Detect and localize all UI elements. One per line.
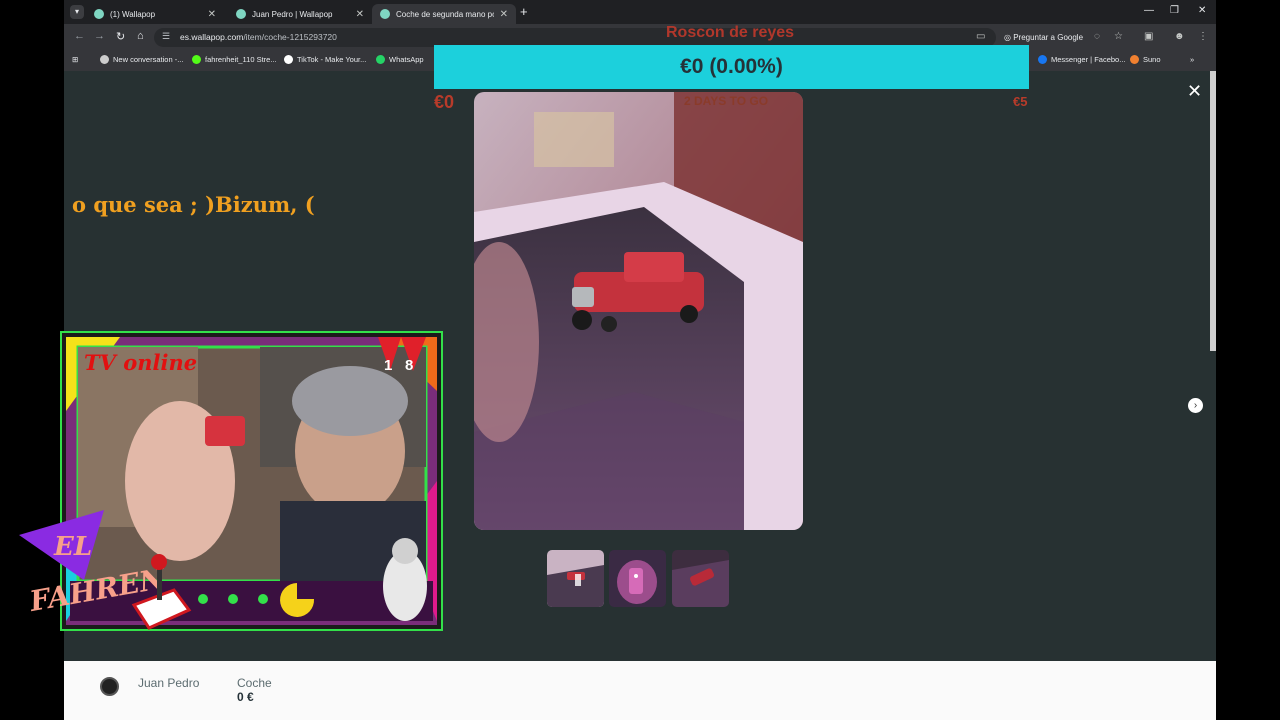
thumbnail-2[interactable] bbox=[609, 550, 666, 607]
listing-footer: Juan Pedro Coche 0 € bbox=[64, 661, 1216, 720]
item-price: 0 € bbox=[237, 690, 254, 704]
goal-progress-bar: €0 (0.00%) bbox=[434, 45, 1029, 89]
item-main-photo bbox=[474, 92, 803, 530]
eye-off-icon[interactable]: ◌ bbox=[1094, 31, 1100, 42]
profile-icon[interactable]: ☻ bbox=[1174, 31, 1185, 42]
tv-online-label: TV online bbox=[84, 350, 198, 375]
tab-title: Juan Pedro | Wallapop bbox=[252, 9, 333, 19]
tab-wallapop[interactable]: (1) Wallapop ✕ bbox=[86, 4, 224, 24]
tab-title: (1) Wallapop bbox=[110, 9, 156, 19]
close-icon[interactable]: ✕ bbox=[1187, 81, 1202, 102]
goal-start: €0 bbox=[434, 92, 455, 112]
item-title: Coche bbox=[237, 676, 272, 690]
bookmark-favicon-icon bbox=[100, 55, 109, 64]
tab-strip: ▾ (1) Wallapop ✕ Juan Pedro | Wallapop ✕… bbox=[64, 0, 1216, 24]
age-rating-digit: 8 bbox=[405, 357, 414, 374]
bookmark-new-conversation[interactable]: New conversation -... bbox=[100, 55, 183, 64]
bookmark-messenger[interactable]: Messenger | Facebo... bbox=[1038, 55, 1125, 64]
wallapop-favicon-icon bbox=[94, 9, 104, 19]
bookmark-tiktok[interactable]: TikTok - Make Your... bbox=[284, 55, 366, 64]
lens-icon: ◎ bbox=[1004, 33, 1014, 42]
reload-icon[interactable]: ↻ bbox=[116, 30, 125, 43]
next-photo-button[interactable]: › bbox=[1188, 398, 1203, 413]
tab-juan-pedro[interactable]: Juan Pedro | Wallapop ✕ bbox=[228, 4, 372, 24]
bookmark-whatsapp[interactable]: WhatsApp bbox=[376, 55, 424, 64]
age-rating-digit: 1 bbox=[384, 357, 393, 374]
bookmark-suno[interactable]: Suno bbox=[1130, 55, 1161, 64]
minimize-icon[interactable]: — bbox=[1144, 5, 1154, 16]
back-icon[interactable]: ← bbox=[74, 30, 85, 42]
menu-icon[interactable]: ⋮ bbox=[1198, 31, 1208, 42]
goal-title: Roscon de reyes bbox=[666, 24, 795, 41]
home-icon[interactable]: ⌂ bbox=[137, 30, 144, 42]
star-icon[interactable]: ☆ bbox=[1114, 31, 1123, 42]
suno-icon bbox=[1130, 55, 1139, 64]
logo-line-1: EL bbox=[53, 532, 92, 562]
apps-icon[interactable]: ⊞ bbox=[72, 55, 78, 64]
goal-target: €5 bbox=[1013, 94, 1028, 109]
close-window-icon[interactable]: ✕ bbox=[1198, 5, 1206, 16]
seller-name[interactable]: Juan Pedro bbox=[138, 676, 199, 690]
address-url: es.wallapop.com/item/coche-1215293720 bbox=[180, 32, 337, 42]
tab-search-button[interactable]: ▾ bbox=[70, 5, 84, 19]
extensions-icon[interactable]: ▣ bbox=[1144, 31, 1153, 42]
tab-close-icon[interactable]: ✕ bbox=[208, 9, 216, 20]
cast-icon[interactable]: ▭ bbox=[976, 31, 985, 42]
wallapop-favicon-icon bbox=[236, 9, 246, 19]
more-bookmarks-icon[interactable]: » bbox=[1190, 55, 1194, 64]
goal-days-left: 2 DAYS TO GO bbox=[684, 94, 769, 108]
bookmark-fahrenheit[interactable]: fahrenheit_110 Stre... bbox=[192, 55, 277, 64]
facebook-icon bbox=[1038, 55, 1047, 64]
ask-google-button[interactable]: ◎ Preguntar a Google bbox=[998, 29, 1089, 46]
goal-amount: €0 (0.00%) bbox=[680, 55, 783, 78]
tab-coche[interactable]: Coche de segunda mano por 0 ✕ bbox=[372, 4, 516, 24]
tab-title: Coche de segunda mano por 0 bbox=[396, 9, 494, 19]
forward-icon[interactable]: → bbox=[94, 30, 105, 42]
kick-icon bbox=[192, 55, 201, 64]
scrollbar[interactable] bbox=[1210, 71, 1216, 351]
thumbnail-3[interactable] bbox=[672, 550, 729, 607]
screen: ▾ (1) Wallapop ✕ Juan Pedro | Wallapop ✕… bbox=[0, 0, 1280, 720]
avatar[interactable] bbox=[100, 677, 119, 696]
wallapop-favicon-icon bbox=[380, 9, 390, 19]
el-fahren-logo: EL FAHREN bbox=[19, 510, 192, 630]
tab-close-icon[interactable]: ✕ bbox=[500, 9, 508, 20]
whatsapp-icon bbox=[376, 55, 385, 64]
site-info-icon[interactable]: ☰ bbox=[162, 31, 170, 42]
tab-close-icon[interactable]: ✕ bbox=[356, 9, 364, 20]
thumbnail-1[interactable] bbox=[547, 550, 604, 607]
scrolling-ticker: o que sea ; )Bizum, ( bbox=[72, 192, 315, 217]
restore-icon[interactable]: ❐ bbox=[1170, 5, 1179, 16]
tiktok-icon bbox=[284, 55, 293, 64]
new-tab-button[interactable]: + bbox=[520, 4, 528, 19]
